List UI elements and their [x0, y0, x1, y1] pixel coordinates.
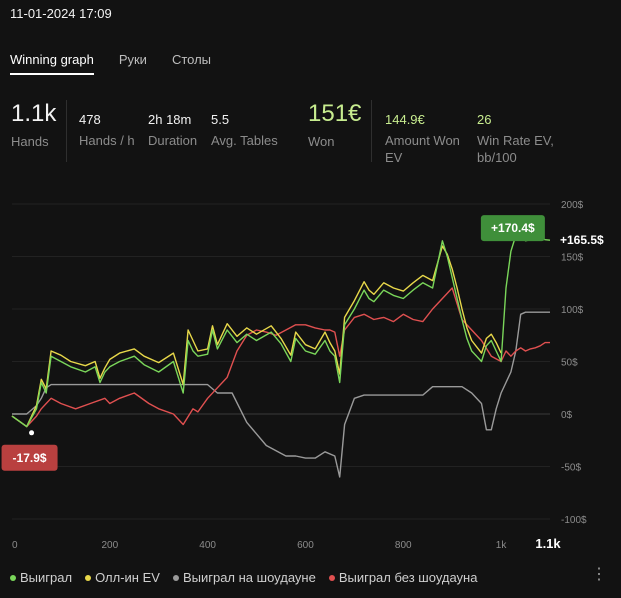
legend-item-won-showdown[interactable]: Выиграл на шоудауне — [172, 570, 316, 585]
x-tick-label: 1.1k — [535, 536, 561, 551]
y-tick-label: 50$ — [561, 358, 578, 369]
y-tick-label: 200$ — [561, 200, 584, 211]
winning-graph-chart[interactable]: 200$ 150$ 100$ 50$ 0$ -50$ -100$ 0 200 400 600 800 1… — [0, 186, 621, 558]
tab-tables[interactable]: Столы — [172, 52, 211, 75]
stat-amount-won-ev: 144.9€ Amount Won EV — [385, 100, 460, 166]
tab-hands[interactable]: Руки — [119, 52, 147, 75]
stat-won-value: 151€ — [308, 100, 362, 127]
stat-win-rate-ev: 26 Win Rate EV, bb/100 — [477, 100, 554, 166]
legend-dot — [328, 574, 335, 581]
y-tick-label: -100$ — [561, 515, 587, 526]
stat-hands-label: Hands — [11, 134, 49, 149]
stat-hands-per-hour: 478 Hands / h — [79, 100, 135, 149]
stat-amount-won-ev-label-line1: Amount Won — [385, 133, 460, 148]
stat-amount-won-ev-label: Amount Won EV — [385, 132, 460, 166]
y-tick-label: 150$ — [561, 253, 584, 264]
stat-amount-won-ev-label-line2: EV — [385, 150, 403, 165]
stat-win-rate-ev-label-line2: bb/100 — [477, 150, 517, 165]
x-tick-label: 600 — [297, 540, 314, 551]
legend-label: Выиграл — [20, 570, 73, 585]
stat-duration-value: 2h 18m — [148, 112, 192, 127]
stat-win-rate-ev-label: Win Rate EV, bb/100 — [477, 132, 554, 166]
annotation-label: +170.4$ — [491, 221, 535, 235]
stat-win-rate-ev-label-line1: Win Rate EV, — [477, 133, 554, 148]
x-tick-label: 400 — [199, 540, 216, 551]
stat-win-rate-ev-value: 26 — [477, 112, 492, 127]
x-tick-label: 1k — [496, 540, 508, 551]
stat-won-label: Won — [308, 134, 335, 149]
legend-label: Выиграл на шоудауне — [182, 570, 316, 585]
stat-hands-value: 1.1k — [11, 100, 57, 127]
more-vertical-icon[interactable]: ⋮ — [591, 567, 607, 583]
stat-hands-per-hour-label: Hands / h — [79, 133, 135, 148]
winning-graph-svg: 200$ 150$ 100$ 50$ 0$ -50$ -100$ 0 200 400 600 800 1… — [1, 200, 604, 551]
stat-duration-label: Duration — [148, 133, 198, 148]
legend-dot — [10, 574, 16, 581]
x-tick-label: 200 — [101, 540, 118, 551]
end-value-label: +165.5$ — [560, 233, 604, 247]
legend-item-won[interactable]: Выиграл — [10, 570, 72, 585]
annotation-marker — [29, 430, 35, 436]
legend-item-allin-ev[interactable]: Олл-ин EV — [85, 570, 160, 585]
legend-dot — [85, 574, 92, 581]
stat-divider — [66, 100, 67, 162]
stat-hands-per-hour-value: 478 — [79, 112, 101, 127]
tab-winning-graph[interactable]: Winning graph — [10, 52, 94, 75]
stat-won: 151€ Won — [308, 100, 361, 150]
series-line-won-showdown — [12, 311, 550, 478]
tab-bar: Winning graph Руки Столы — [10, 52, 211, 75]
legend-label: Выиграл без шоудауна — [338, 570, 478, 585]
legend-item-won-non-showdown[interactable]: Выиграл без шоудауна — [328, 570, 478, 585]
legend-label: Олл-ин EV — [95, 570, 160, 585]
stat-amount-won-ev-value: 144.9€ — [385, 112, 425, 127]
stat-avg-tables-label: Avg. Tables — [211, 133, 278, 148]
stats-row: 1.1k Hands 478 Hands / h 2h 18m Duration… — [0, 100, 621, 170]
series-line-won — [11, 234, 551, 428]
y-tick-label: 0$ — [561, 410, 573, 421]
stat-avg-tables-value: 5.5 — [211, 112, 230, 127]
stat-avg-tables: 5.5 Avg. Tables — [211, 100, 278, 149]
y-tick-label: 100$ — [561, 305, 584, 316]
stat-divider — [371, 100, 372, 162]
x-tick-label: 800 — [395, 540, 412, 551]
stat-hands: 1.1k Hands — [11, 100, 56, 150]
series-line-allin-ev — [11, 245, 502, 428]
y-tick-label: -50$ — [561, 463, 581, 474]
x-tick-label: 0 — [12, 540, 18, 551]
legend-dot — [172, 574, 179, 581]
session-datetime: 11-01-2024 17:09 — [10, 6, 112, 21]
stat-duration: 2h 18m Duration — [148, 100, 197, 149]
annotation-label: -17.9$ — [13, 451, 47, 465]
chart-legend: Выиграл Олл-ин EV Выиграл на шоудауне Вы… — [10, 570, 477, 585]
